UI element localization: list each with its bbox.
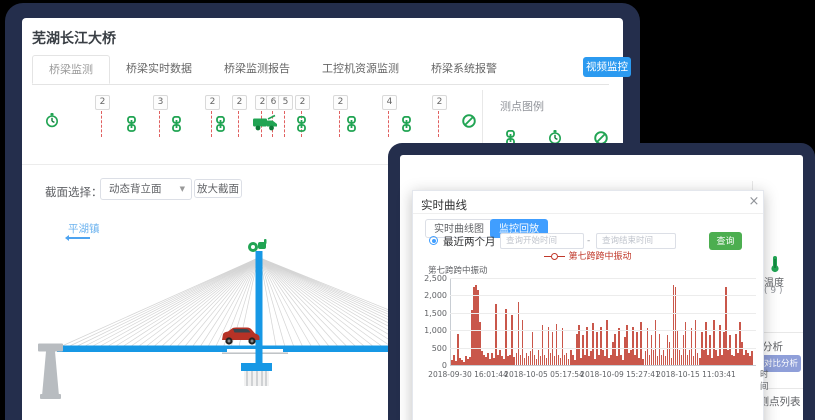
tower-cap — [241, 363, 272, 371]
main-tab-1[interactable]: 桥梁实时数据 — [110, 55, 208, 84]
temperature-count: ( 9 ) — [764, 286, 782, 296]
main-tab-4[interactable]: 桥梁系统报警 — [415, 55, 513, 84]
realtime-curve-dialog: 实时曲线 × 实时曲线图 监控回放 最近两个月 - 查询 第七跨跨中振动 第七跨… — [412, 190, 764, 420]
y-tick-label: 1,500 — [415, 309, 447, 318]
tower-base-pier — [244, 371, 269, 386]
enlarge-section-button[interactable]: 放大截面 — [194, 179, 242, 198]
legend-label: 第七跨跨中振动 — [568, 252, 631, 262]
deck-joint — [227, 349, 283, 353]
link-sensor-icon[interactable] — [296, 116, 307, 136]
sensor-dash-line — [159, 111, 160, 137]
y-tick-label: 2,000 — [415, 291, 447, 300]
desktop: 芜湖长江大桥 桥梁监测桥梁实时数据桥梁监测报告工控机资源监测桥梁系统报警 视频监… — [0, 0, 815, 420]
sensor-count-badge: 2 — [432, 95, 447, 110]
start-time-input[interactable] — [500, 233, 584, 249]
sensor-dash-line — [284, 111, 285, 137]
x-axis-title: 时间 — [760, 368, 769, 392]
sensor-count-badge: 2 — [232, 95, 247, 110]
legend-marker-icon — [544, 252, 565, 262]
dialog-title: 实时曲线 — [421, 197, 467, 213]
chart-bar — [751, 351, 753, 365]
dialog-header-divider — [413, 213, 763, 214]
close-icon[interactable]: × — [747, 195, 761, 209]
gridline — [450, 330, 756, 331]
main-tab-2[interactable]: 桥梁监测报告 — [208, 55, 306, 84]
y-tick-label: 0 — [415, 361, 447, 370]
sensor-count-badge: 3 — [153, 95, 168, 110]
sensor-dash-line — [211, 111, 212, 137]
video-monitor-button[interactable]: 视频监控 — [583, 57, 631, 77]
gridline — [450, 295, 756, 296]
secondary-window-content: 测点图例 温度 ( 9 ) 对比分析 对比分析 监测点列表 实时曲线 × 实时曲… — [400, 155, 803, 420]
page-title: 芜湖长江大桥 — [32, 28, 116, 48]
sensor-count-badge: 2 — [95, 95, 110, 110]
sensor-dash-line — [388, 111, 389, 137]
main-tabbar: 桥梁监测桥梁实时数据桥梁监测报告工控机资源监测桥梁系统报警 — [32, 55, 609, 85]
sensor-dash-line — [438, 111, 439, 137]
sensor-count-badge: 2 — [295, 95, 310, 110]
ban-sensor-icon[interactable] — [462, 113, 476, 132]
car — [222, 328, 260, 345]
sensor-count-badge: 4 — [382, 95, 397, 110]
deck-joint-line — [222, 353, 288, 354]
camera-icon — [248, 239, 267, 252]
link-sensor-icon[interactable] — [346, 116, 357, 136]
section-select-label: 截面选择： — [45, 184, 103, 200]
y-tick-label: 500 — [415, 344, 447, 353]
gridline — [450, 278, 756, 279]
sensor-count-badge: 5 — [278, 95, 293, 110]
main-tab-0[interactable]: 桥梁监测 — [32, 55, 110, 84]
section-select-dropdown[interactable]: 动态背立面 ▼ — [100, 178, 192, 200]
main-tab-3[interactable]: 工控机资源监测 — [306, 55, 415, 84]
link-sensor-icon[interactable] — [215, 116, 226, 136]
radio-label: 最近两个月 — [443, 234, 496, 249]
legend-panel-title: 测点图例 — [500, 98, 544, 114]
link-sensor-icon[interactable] — [401, 116, 412, 136]
sensor-dash-line — [101, 111, 102, 137]
truck-sensor-icon[interactable] — [252, 114, 279, 135]
sensor-count-badge: 2 — [205, 95, 220, 110]
x-tick-label: 2018-10-15 11:03:41 — [648, 370, 744, 379]
gridline — [450, 313, 756, 314]
gridline — [450, 348, 756, 349]
chart-bars — [451, 278, 756, 365]
y-tick-label: 2,500 — [415, 274, 447, 283]
secondary-window: 测点图例 温度 ( 9 ) 对比分析 对比分析 监测点列表 实时曲线 × 实时曲… — [388, 143, 815, 420]
link-sensor-icon[interactable] — [126, 116, 137, 136]
x-axis-line — [450, 365, 756, 366]
date-separator: - — [587, 236, 590, 246]
sensor-dash-line — [339, 111, 340, 137]
sensor-dash-line — [238, 111, 239, 137]
end-time-input[interactable] — [596, 233, 676, 249]
section-select-value: 动态背立面 — [109, 183, 162, 195]
chevron-down-icon: ▼ — [180, 179, 185, 199]
chart-legend: 第七跨跨中振动 — [413, 249, 763, 262]
link-sensor-icon[interactable] — [171, 116, 182, 136]
y-tick-label: 1,000 — [415, 326, 447, 335]
clock-sensor-icon[interactable] — [45, 113, 59, 132]
radio-last-two-months[interactable] — [429, 236, 438, 245]
sensor-count-badge: 2 — [333, 95, 348, 110]
bridge-tower — [256, 251, 263, 365]
query-button[interactable]: 查询 — [709, 232, 742, 250]
